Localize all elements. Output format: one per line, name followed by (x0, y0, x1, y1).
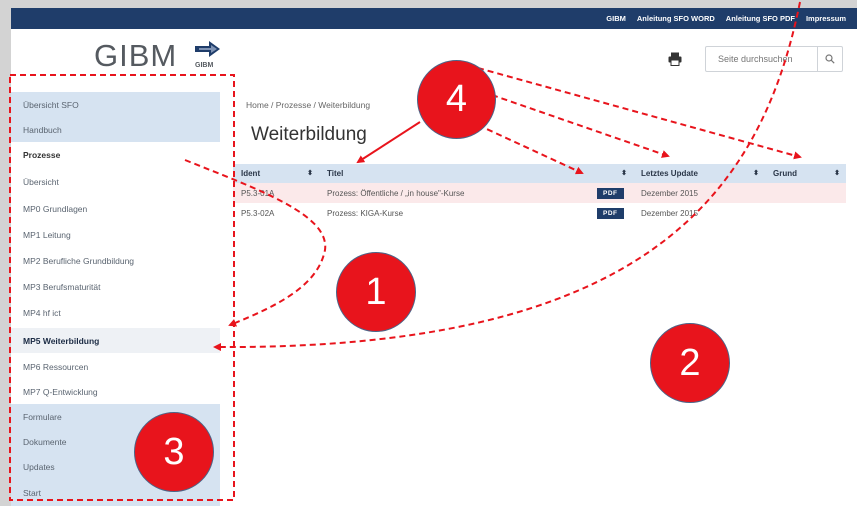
sidebar-item-mp1[interactable]: MP1 Leitung (11, 222, 220, 247)
column-header-grund[interactable]: Grund ⬍ (765, 164, 846, 183)
column-header-letztes-update[interactable]: Letztes Update ⬍ (633, 164, 765, 183)
logo[interactable]: GIBM (94, 38, 177, 74)
table-row: P5.3-02A Prozess: KIGA-Kurse PDF Dezembe… (233, 203, 846, 223)
cell-update: Dezember 2015 (641, 208, 698, 218)
annotation-badge-1: 1 (336, 252, 416, 332)
sort-icon: ⬍ (753, 170, 759, 177)
cell-grund (765, 203, 846, 223)
print-icon[interactable] (668, 52, 682, 66)
column-header-titel[interactable]: Titel ⬍ (319, 164, 633, 183)
cell-ident: P5.3-02A (241, 208, 275, 218)
topnav-link-anleitung-word[interactable]: Anleitung SFO WORD (637, 14, 715, 23)
sidebar-item-mp2[interactable]: MP2 Berufliche Grundbildung (11, 248, 220, 273)
sort-icon: ⬍ (621, 170, 627, 177)
annotation-badge-3: 3 (134, 412, 214, 492)
cell-pdf: PDF (589, 203, 633, 223)
search-button[interactable] (817, 47, 842, 71)
top-nav: GIBM Anleitung SFO WORD Anleitung SFO PD… (606, 8, 857, 29)
process-table: Ident ⬍ Titel ⬍ Letztes Update ⬍ Grund ⬍ P5.… (233, 164, 846, 223)
page-title: Weiterbildung (251, 124, 367, 145)
cell-ident: P5.3-01A (233, 183, 319, 203)
topnav-link-impressum[interactable]: Impressum (806, 14, 846, 23)
sort-icon: ⬍ (307, 170, 313, 177)
sidebar-item-mp6[interactable]: MP6 Ressourcen (11, 354, 220, 379)
sidebar-item-handbuch[interactable]: Handbuch (11, 117, 220, 142)
topnav-link-anleitung-pdf[interactable]: Anleitung SFO PDF (726, 14, 795, 23)
cell-update: Dezember 2015 (633, 183, 765, 203)
top-bar: GIBM Anleitung SFO WORD Anleitung SFO PD… (11, 8, 857, 29)
pdf-button[interactable]: PDF (597, 187, 624, 199)
search-input[interactable] (706, 47, 818, 71)
table-header-row: Ident ⬍ Titel ⬍ Letztes Update ⬍ Grund ⬍ (233, 164, 846, 183)
sidebar-item-prozesse[interactable]: Prozesse (11, 142, 220, 167)
topnav-link-gibm[interactable]: GIBM (606, 14, 626, 23)
cell-pdf: PDF (589, 183, 633, 203)
pdf-button[interactable]: PDF (597, 207, 624, 219)
sidebar-item-mp3[interactable]: MP3 Berufsmaturität (11, 274, 220, 299)
sidebar-item-uebersicht-sfo[interactable]: Übersicht SFO (11, 92, 220, 117)
cell-title-link[interactable]: Prozess: Öffentliche / „in house"-Kurse (319, 183, 589, 203)
logo-mark-icon (195, 41, 220, 57)
search-icon (825, 54, 835, 64)
sidebar-item-mp0[interactable]: MP0 Grundlagen (11, 196, 220, 221)
search-box (705, 46, 843, 72)
cell-title-link[interactable]: Prozess: KIGA-Kurse (319, 203, 589, 223)
column-header-ident[interactable]: Ident ⬍ (233, 164, 319, 183)
logo-subtext: GIBM (195, 62, 214, 69)
sidebar-item-mp4[interactable]: MP4 hf ict (11, 300, 220, 325)
annotation-badge-2: 2 (650, 323, 730, 403)
annotation-badge-4: 4 (417, 60, 496, 139)
sort-icon: ⬍ (834, 170, 840, 177)
table-row: P5.3-01A Prozess: Öffentliche / „in hous… (233, 183, 846, 203)
sidebar-item-mp7[interactable]: MP7 Q-Entwicklung (11, 379, 220, 404)
breadcrumb[interactable]: Home / Prozesse / Weiterbildung (246, 100, 370, 110)
cell-grund (765, 183, 846, 203)
sidebar-item-mp5[interactable]: MP5 Weiterbildung (11, 328, 220, 353)
sidebar-item-uebersicht[interactable]: Übersicht (11, 169, 220, 194)
